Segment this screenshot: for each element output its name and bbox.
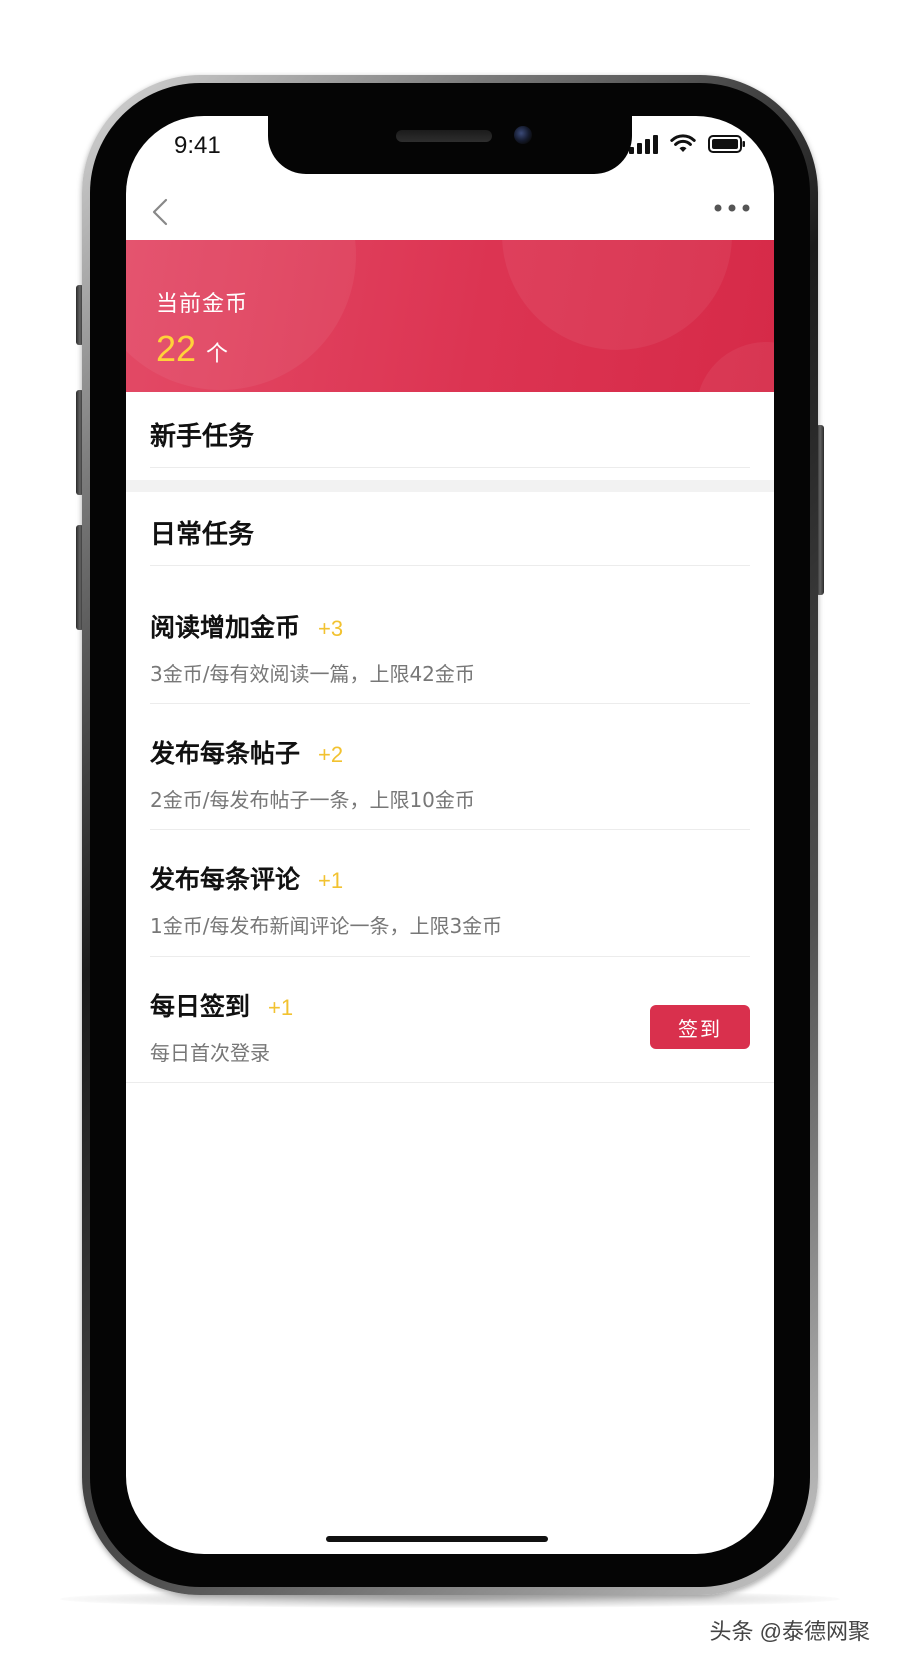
task-desc: 每日首次登录 [150,1041,270,1065]
coin-amount-group: 22 个 [156,328,228,370]
coin-unit: 个 [206,342,229,367]
daily-tasks-title: 日常任务 [150,520,255,550]
banner-decoration [502,240,732,350]
divider [150,956,750,957]
watermark: 头条 @泰德网聚 [709,1619,870,1644]
divider [150,829,750,830]
section-gap [126,480,774,492]
banner-decoration [696,342,774,392]
task-title: 发布每条评论 +1 [150,860,343,896]
divider [150,565,750,566]
battery-icon [708,135,745,153]
task-row-checkin: 每日签到 +1 每日首次登录 签到 [126,987,774,1113]
speaker-grille [396,130,492,142]
coin-label: 当前金币 [156,292,249,317]
chevron-left-icon[interactable] [144,194,180,230]
task-reward: +1 [268,995,294,1020]
status-icons [629,134,746,154]
divider [150,467,750,468]
checkin-button[interactable]: 签到 [650,1005,750,1049]
task-desc: 3金币/每有效阅读一篇，上限42金币 [150,662,475,686]
phone-screen: 9:41 当前金币 22 个 新手任务 日常任务 阅读增加金币 +3 3金币/每… [126,116,774,1554]
camera-icon [514,126,532,144]
status-time: 9:41 [174,132,221,159]
home-indicator[interactable] [326,1536,548,1542]
task-title: 发布每条帖子 +2 [150,734,343,770]
coin-amount: 22 [156,328,197,369]
task-row-post[interactable]: 发布每条帖子 +2 2金币/每发布帖子一条，上限10金币 [126,734,774,860]
wifi-icon [670,134,696,152]
task-reward: +2 [318,742,344,767]
newbie-tasks-title[interactable]: 新手任务 [150,416,254,453]
notch [268,116,632,174]
task-title: 阅读增加金币 +3 [150,608,343,644]
task-row-reading[interactable]: 阅读增加金币 +3 3金币/每有效阅读一篇，上限42金币 [126,608,774,734]
task-name: 阅读增加金币 [150,613,301,642]
coin-banner: 当前金币 22 个 [126,240,774,392]
task-reward: +1 [318,868,344,893]
signal-icon [629,134,658,154]
task-desc: 1金币/每发布新闻评论一条，上限3金币 [150,914,503,938]
more-dots-icon[interactable] [712,202,752,214]
task-title: 每日签到 +1 [150,987,293,1023]
divider [150,703,750,704]
task-desc: 2金币/每发布帖子一条，上限10金币 [150,788,475,812]
task-name: 发布每条评论 [150,865,301,894]
mockup-stage: 9:41 当前金币 22 个 新手任务 日常任务 阅读增加金币 +3 3金币/每… [0,0,900,1656]
task-row-comment[interactable]: 发布每条评论 +1 1金币/每发布新闻评论一条，上限3金币 [126,860,774,986]
divider [126,1082,774,1083]
task-reward: +3 [318,616,344,641]
task-name: 发布每条帖子 [150,739,301,768]
task-name: 每日签到 [150,992,251,1021]
